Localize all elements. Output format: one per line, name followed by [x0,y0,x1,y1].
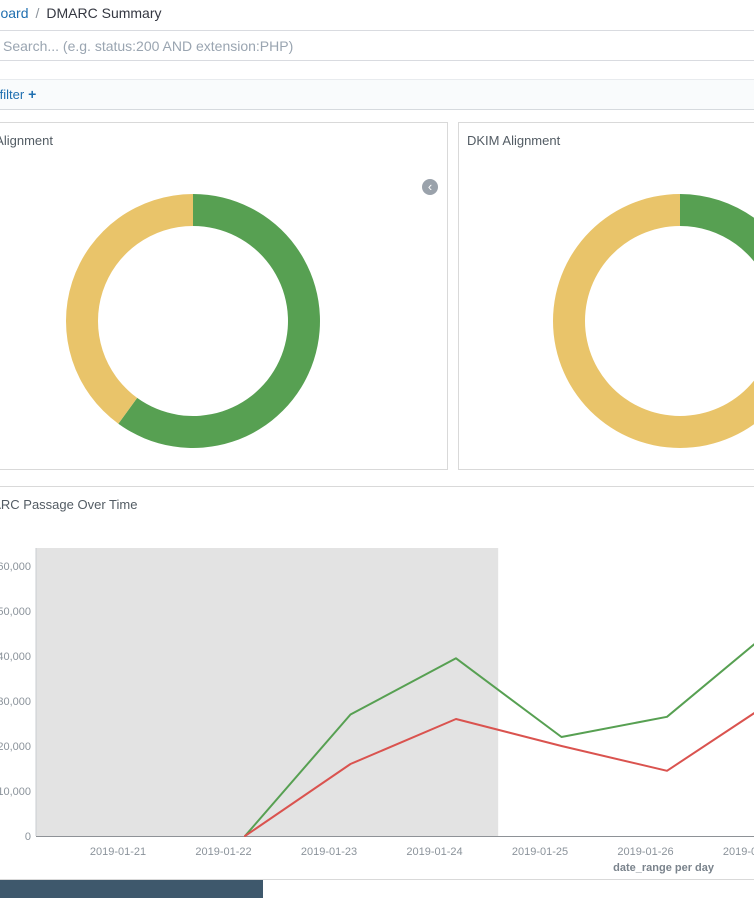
x-tick-label: 2019-01-21 [90,846,146,858]
panel-dmarc-passage: DMARC Passage Over Time 010,00020,00030,… [0,486,754,880]
add-filter-label: Add a filter [0,87,24,102]
filter-bar [0,79,754,110]
y-tick-label: 20,000 [0,741,31,753]
x-tick-label: 2019-01-27 [723,846,754,858]
next-panel-dark-edge [0,880,263,898]
breadcrumb-current-page: DMARC Summary [46,5,161,21]
x-tick-label: 2019-01-25 [512,846,568,858]
y-tick-label: 0 [25,831,31,843]
breadcrumb-dashboard-link[interactable]: Dashboard [0,5,29,21]
y-tick-label: 50,000 [0,606,31,618]
y-tick-label: 60,000 [0,561,31,573]
y-tick-label: 40,000 [0,651,31,663]
plus-icon: + [28,86,36,102]
time-selection-region[interactable] [36,548,498,836]
y-tick-label: 30,000 [0,696,31,708]
x-axis-title: date_range per day [613,862,715,874]
breadcrumb-separator: / [36,5,40,21]
x-tick-label: 2019-01-22 [195,846,251,858]
passage-line-chart[interactable]: 0 10,000 20,000 30,000 40,000 50,000 60,000 201… [0,487,754,879]
dashboard-screen: Dashboard / DMARC Summary Add a filter+ … [0,0,754,898]
spf-donut-chart[interactable] [0,123,447,469]
add-filter-button[interactable]: Add a filter + [0,86,36,102]
panel-spf-alignment: SPF Alignment [0,122,448,470]
donut-slice-green[interactable] [680,194,754,292]
donut-slice-yellow[interactable] [66,194,193,424]
panel-dkim-alignment: DKIM Alignment [458,122,754,470]
x-tick-label: 2019-01-26 [617,846,673,858]
x-tick-label: 2019-01-23 [301,846,357,858]
dkim-donut-chart[interactable] [459,123,754,469]
chevron-left-icon[interactable]: ‹ [422,179,438,195]
breadcrumb: Dashboard / DMARC Summary [0,5,162,21]
search-input[interactable] [0,30,754,61]
x-tick-label: 2019-01-24 [406,846,462,858]
y-tick-label: 10,000 [0,786,31,798]
